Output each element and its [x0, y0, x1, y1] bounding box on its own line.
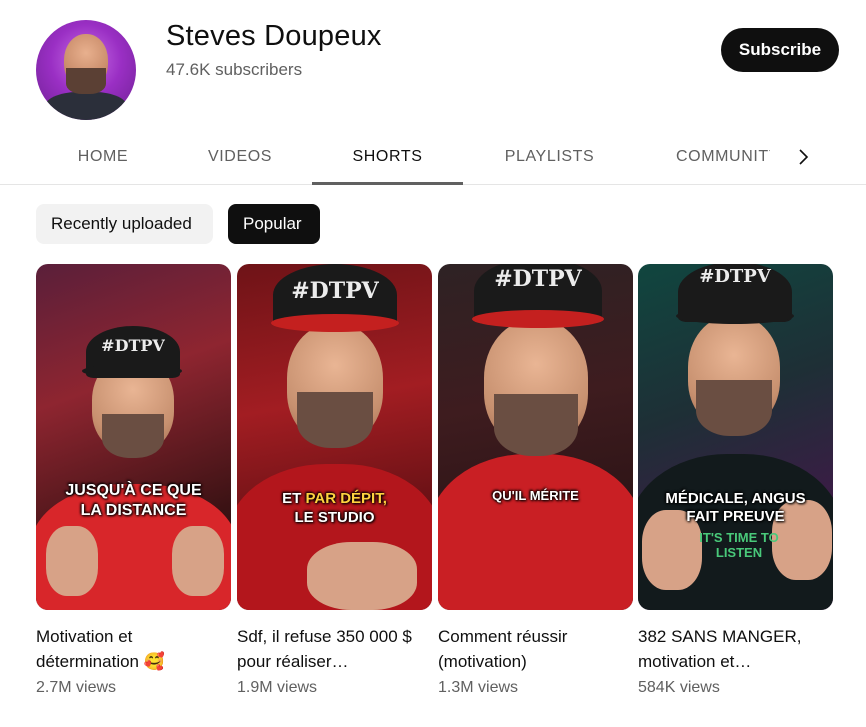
thumbnail-hat-brim: [472, 310, 604, 328]
short-thumbnail[interactable]: #DTPV ET PAR DÉPIT, LE STUDIO: [237, 264, 432, 610]
subscribe-button[interactable]: Subscribe: [721, 28, 839, 72]
short-card[interactable]: #DTPV ET PAR DÉPIT, LE STUDIO Sdf, il re…: [237, 264, 432, 697]
thumbnail-hat-text: #DTPV: [494, 266, 582, 292]
avatar-shirt: [44, 92, 128, 120]
tab-playlists[interactable]: PLAYLISTS: [502, 130, 597, 184]
short-thumbnail[interactable]: #DTPV JUSQU'À CE QUE LA DISTANCE: [36, 264, 231, 610]
thumbnail-caption-line1: MÉDICALE, ANGUS: [665, 490, 806, 507]
tab-videos[interactable]: VIDEOS: [208, 130, 272, 184]
thumbnail-hat-brim: [676, 308, 794, 324]
active-tab-indicator: [312, 182, 463, 185]
short-title[interactable]: Comment réussir (motivation): [438, 624, 633, 674]
tab-shorts-label: SHORTS: [352, 148, 423, 165]
thumbnail-caption-line1: ET PAR DÉPIT,: [237, 490, 432, 507]
short-title[interactable]: 382 SANS MANGER, motivation et…: [638, 624, 833, 674]
channel-name: Steves Doupeux: [166, 20, 382, 52]
thumbnail-hat-brim: [271, 314, 399, 332]
chevron-right-icon[interactable]: [786, 142, 820, 172]
short-view-count: 1.3M views: [438, 679, 519, 696]
chip-popular[interactable]: Popular: [228, 204, 320, 244]
tab-home[interactable]: HOME: [76, 130, 130, 184]
short-view-count: 1.9M views: [237, 679, 318, 696]
avatar-beard: [66, 68, 106, 94]
short-view-count: 2.7M views: [36, 679, 117, 696]
short-card[interactable]: #DTPV IT'S TIME TO LISTEN MÉDICALE, ANGU…: [638, 264, 833, 697]
thumbnail-caption-line2: LE STUDIO: [294, 509, 375, 526]
thumbnail-shirt-text: IT'S TIME TO LISTEN: [699, 530, 779, 560]
thumbnail-beard: [696, 380, 772, 436]
thumbnail-hat-text: #DTPV: [291, 278, 379, 304]
thumbnail-caption-line1: QU'IL MÉRITE: [492, 488, 579, 503]
tab-community[interactable]: COMMUNITY: [676, 130, 770, 184]
caption-prefix: ET: [282, 490, 306, 507]
thumbnail-caption-line2: LA DISTANCE: [80, 502, 187, 519]
short-card[interactable]: #DTPV QU'IL MÉRITE Comment réussir (moti…: [438, 264, 633, 697]
short-thumbnail[interactable]: #DTPV IT'S TIME TO LISTEN MÉDICALE, ANGU…: [638, 264, 833, 610]
short-card[interactable]: #DTPV JUSQU'À CE QUE LA DISTANCE Motivat…: [36, 264, 231, 697]
thumbnail-beard: [102, 414, 164, 458]
thumbnail-hand: [172, 526, 224, 596]
thumbnail-caption-line1: JUSQU'À CE QUE: [65, 482, 202, 499]
thumbnail-hat-text: #DTPV: [101, 336, 165, 355]
short-view-count: 584K views: [638, 679, 720, 696]
channel-header: Steves Doupeux 47.6K subscribers Subscri…: [0, 0, 866, 130]
thumbnail-caption-line2: FAIT PREUVE: [686, 508, 785, 525]
chip-recently-uploaded[interactable]: Recently uploaded: [36, 204, 213, 244]
thumbnail-hand: [307, 542, 417, 610]
caption-accent: PAR DÉPIT,: [305, 490, 387, 507]
thumbnail-hat-text: #DTPV: [699, 266, 771, 287]
thumbnail-hat-brim: [82, 364, 182, 378]
subscriber-count: 47.6K subscribers: [166, 60, 303, 79]
channel-avatar[interactable]: [36, 20, 136, 120]
short-title[interactable]: Motivation et détermination 🥰: [36, 624, 231, 674]
thumbnail-beard: [494, 394, 578, 456]
short-thumbnail[interactable]: #DTPV QU'IL MÉRITE: [438, 264, 633, 610]
thumbnail-beard: [297, 392, 373, 448]
short-title[interactable]: Sdf, il refuse 350 000 $ pour réaliser…: [237, 624, 432, 674]
thumbnail-hand: [46, 526, 98, 596]
tab-shorts[interactable]: SHORTS: [312, 130, 463, 185]
thumbnail-shirt: [438, 454, 633, 610]
channel-tabs: HOME VIDEOS SHORTS PLAYLISTS COMMUNITY: [0, 130, 866, 185]
